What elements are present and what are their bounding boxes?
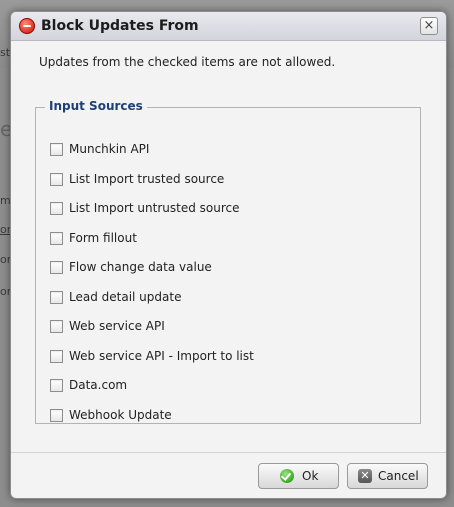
- dialog-titlebar[interactable]: Block Updates From ×: [11, 12, 446, 41]
- option-label[interactable]: List Import trusted source: [69, 172, 224, 186]
- checkbox[interactable]: [50, 232, 63, 245]
- option-label[interactable]: Web service API: [69, 319, 165, 333]
- option-label[interactable]: Form fillout: [69, 231, 137, 245]
- option-label[interactable]: Lead detail update: [69, 290, 181, 304]
- checkbox[interactable]: [50, 291, 63, 304]
- checkbox[interactable]: [50, 173, 63, 186]
- ok-button[interactable]: Ok: [258, 463, 339, 489]
- dialog-description: Updates from the checked items are not a…: [39, 55, 336, 69]
- option-label[interactable]: Munchkin API: [69, 142, 149, 156]
- checkbox[interactable]: [50, 379, 63, 392]
- cancel-button-label: Cancel: [378, 469, 419, 483]
- block-updates-dialog: Block Updates From × Updates from the ch…: [10, 11, 447, 499]
- checkbox[interactable]: [50, 409, 63, 422]
- block-icon: [19, 18, 35, 34]
- checkbox[interactable]: [50, 143, 63, 156]
- checkbox[interactable]: [50, 320, 63, 333]
- dialog-title: Block Updates From: [41, 18, 199, 34]
- close-icon: ×: [423, 18, 435, 33]
- background-text-fragment: st: [0, 46, 11, 59]
- option-label[interactable]: Webhook Update: [69, 408, 172, 422]
- input-sources-legend: Input Sources: [45, 99, 147, 113]
- checkbox[interactable]: [50, 350, 63, 363]
- checkbox[interactable]: [50, 202, 63, 215]
- input-sources-group: Input Sources Munchkin API List Import t…: [35, 99, 421, 424]
- close-button[interactable]: ×: [420, 17, 438, 35]
- check-circle-icon: [280, 469, 294, 483]
- footer-divider: [11, 452, 446, 453]
- cancel-button[interactable]: ✕ Cancel: [347, 463, 428, 489]
- option-label[interactable]: Web service API - Import to list: [69, 349, 254, 363]
- option-label[interactable]: List Import untrusted source: [69, 201, 240, 215]
- checkbox[interactable]: [50, 261, 63, 274]
- option-label[interactable]: Flow change data value: [69, 260, 212, 274]
- option-label[interactable]: Data.com: [69, 378, 127, 392]
- x-square-icon: ✕: [358, 469, 372, 483]
- ok-button-label: Ok: [302, 469, 319, 483]
